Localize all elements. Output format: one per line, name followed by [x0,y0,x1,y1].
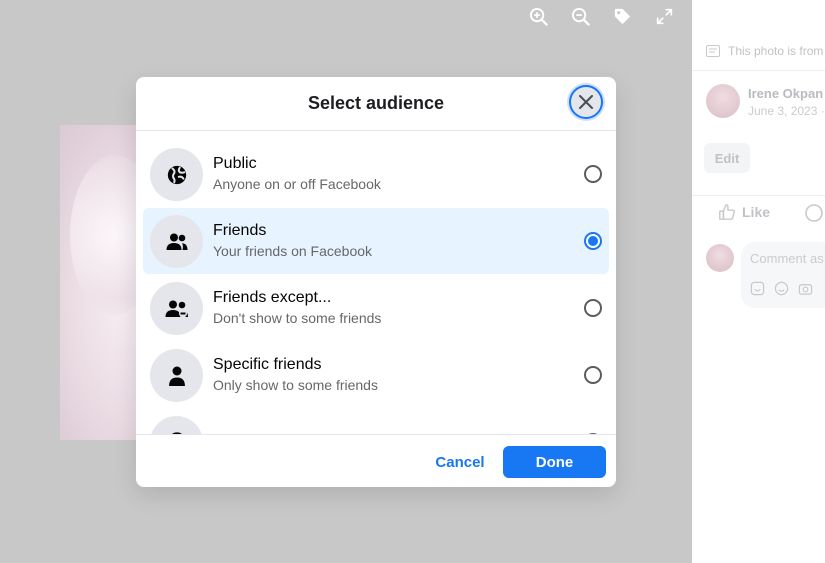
option-label: Friends except... [213,289,332,306]
tag-icon[interactable] [612,6,632,26]
radio-button[interactable] [584,366,602,384]
option-description: Anyone on or off Facebook [213,176,381,192]
emoji-icon[interactable] [774,281,789,296]
author-avatar[interactable] [706,84,740,118]
radio-button[interactable] [584,232,602,250]
option-friends-except[interactable]: Friends except... Don't show to some fri… [143,275,609,341]
comment-placeholder: Comment as [750,251,824,266]
option-label: Specific friends [213,356,322,373]
thumbs-up-icon [719,204,736,220]
dialog-header: Select audience [136,77,616,131]
post-date[interactable]: June 3, 2023 · [748,104,825,118]
option-description: Your friends on Facebook [213,243,373,259]
option-more[interactable] [143,409,609,434]
friends-except-icon [150,282,203,335]
photo-notice: This photo is from [706,44,823,58]
select-audience-dialog: Select audience Public Anyone on or off … [136,77,616,487]
radio-button[interactable] [584,299,602,317]
close-icon [579,95,593,109]
option-friends[interactable]: Friends Your friends on Facebook [143,208,609,274]
friends-icon [150,215,203,268]
viewer-toolbar [528,6,674,26]
comment-icon[interactable] [804,203,824,228]
side-panel: This photo is from Irene Okpan June 3, 2… [692,0,825,563]
zoom-out-icon[interactable] [570,6,590,26]
fullscreen-icon[interactable] [654,6,674,26]
divider [692,70,825,71]
current-user-avatar[interactable] [706,244,734,272]
person-icon [150,349,203,402]
option-specific-friends[interactable]: Specific friends Only show to some frien… [143,342,609,408]
option-public[interactable]: Public Anyone on or off Facebook [143,141,609,207]
dialog-footer: Cancel Done [136,434,616,487]
dialog-title: Select audience [307,93,445,113]
done-button[interactable]: Done [503,446,606,478]
sticker-icon[interactable] [750,281,765,296]
option-description: Only show to some friends [213,377,378,393]
zoom-in-icon[interactable] [528,6,548,26]
globe-icon [150,148,203,201]
radio-button[interactable] [584,165,602,183]
option-label: Friends [213,222,267,239]
option-label: Public [213,155,257,172]
lock-icon [150,416,203,434]
document-icon [706,45,720,57]
camera-icon[interactable] [798,281,813,296]
audience-options: Public Anyone on or off Facebook Friends… [136,132,616,434]
cancel-button[interactable]: Cancel [429,447,491,477]
option-description: Don't show to some friends [213,310,382,326]
divider [692,195,825,196]
comment-tools [750,281,813,296]
edit-button[interactable]: Edit [704,143,750,173]
notice-text: This photo is from [728,44,824,58]
like-label: Like [742,204,771,220]
close-button[interactable] [569,85,603,119]
like-button[interactable]: Like [718,203,770,221]
author-name[interactable]: Irene Okpan [748,86,823,101]
